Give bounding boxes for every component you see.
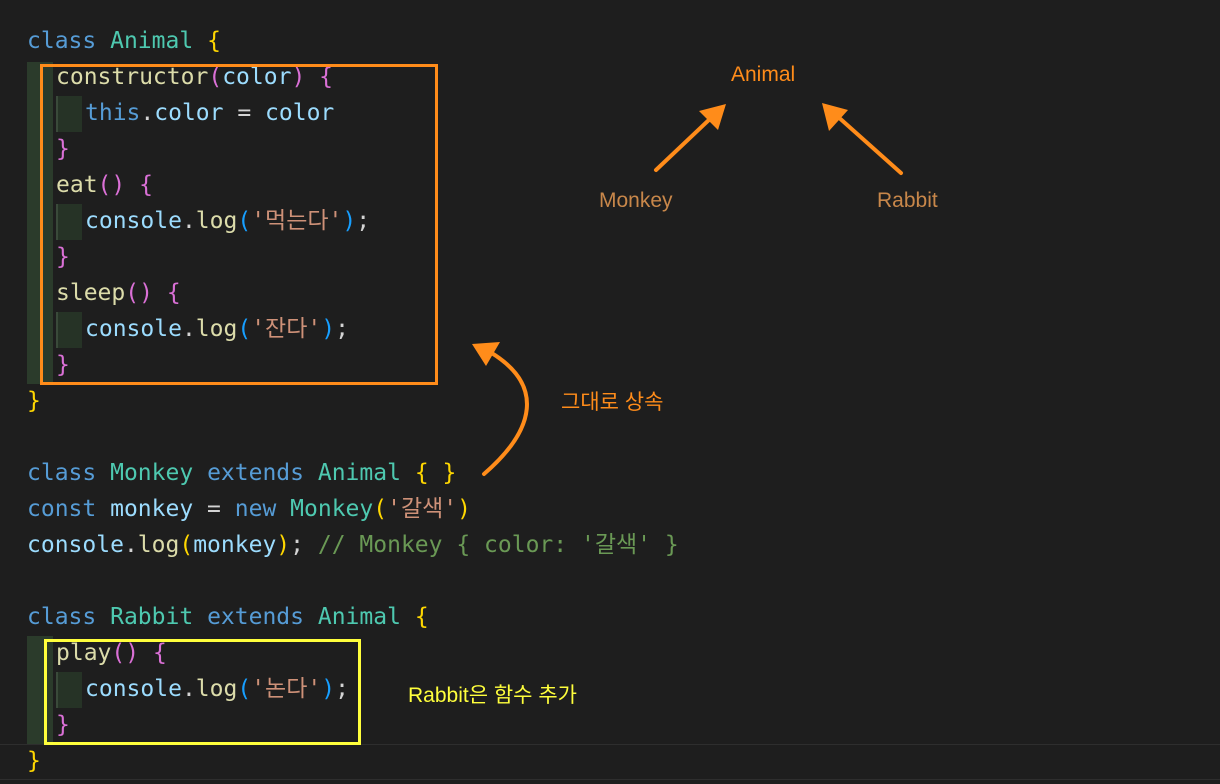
rabbit-to-animal-arrow bbox=[834, 113, 903, 175]
inherit-label: 그대로 상속 bbox=[561, 391, 664, 414]
animal-label: Animal bbox=[731, 63, 796, 86]
rabbit-label: Rabbit bbox=[877, 189, 938, 212]
rabbit-note-label: Rabbit은 함수 추가 bbox=[408, 684, 577, 707]
monkey-to-animal-arrow bbox=[654, 115, 714, 172]
monkey-label: Monkey bbox=[599, 189, 673, 212]
arrowhead-icon bbox=[822, 103, 848, 131]
inherit-arrow bbox=[482, 350, 529, 476]
